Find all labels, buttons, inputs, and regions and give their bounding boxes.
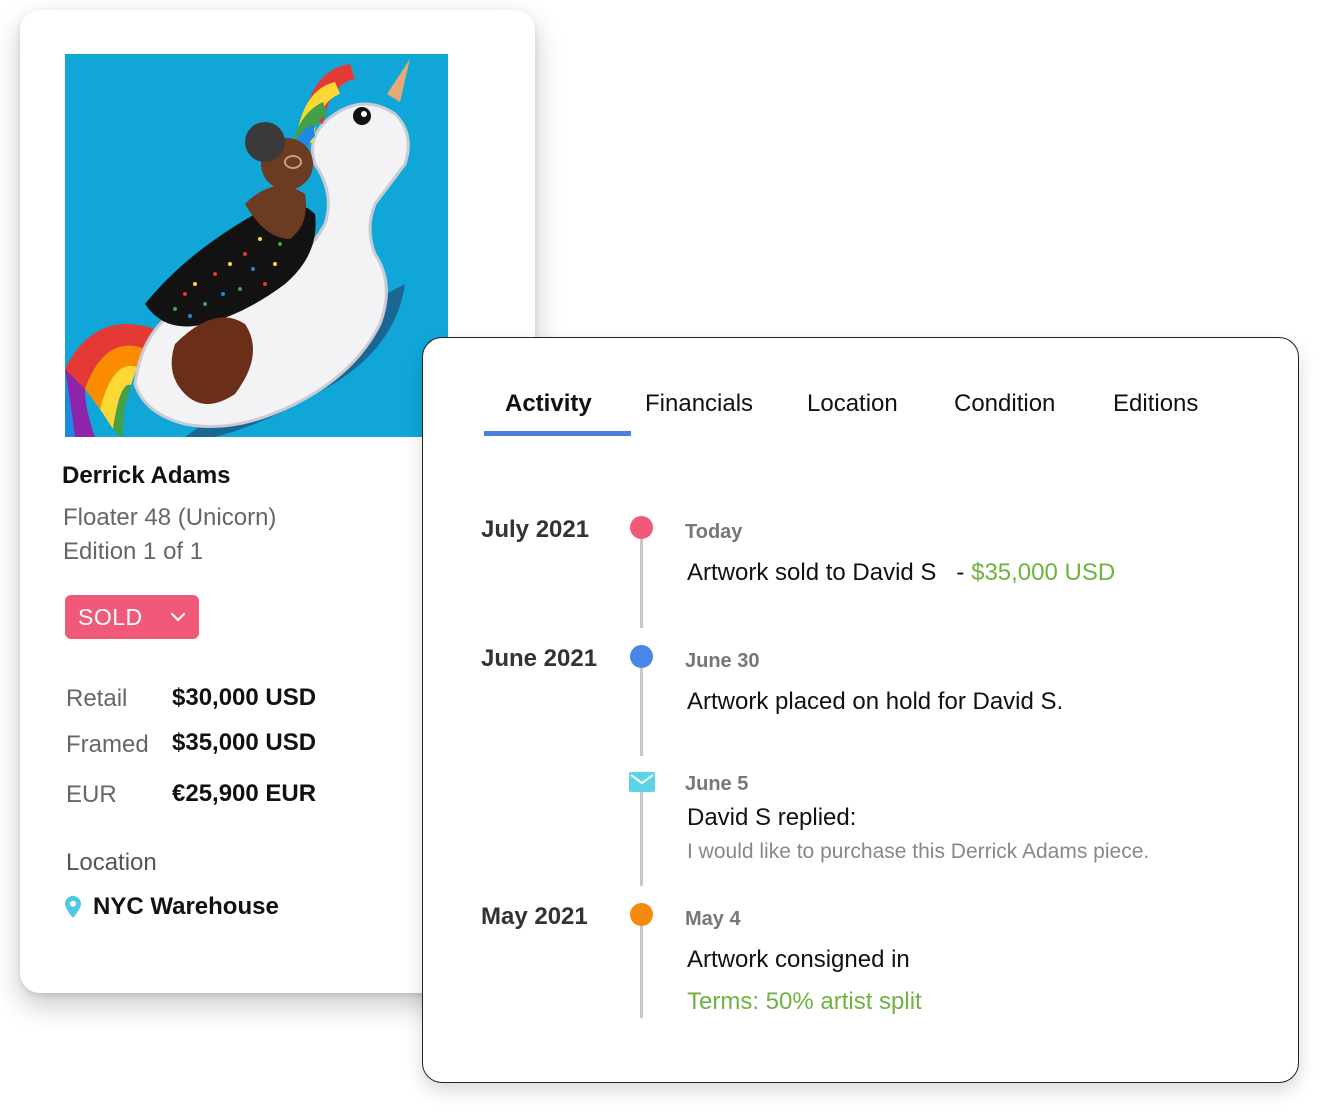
tab-financials[interactable]: Financials [645, 390, 753, 418]
timeline-connector [640, 926, 643, 1018]
event-text: Artwork consigned in [687, 946, 910, 973]
tab-condition[interactable]: Condition [954, 390, 1055, 418]
artwork-illustration [65, 54, 448, 437]
month-heading: July 2021 [481, 516, 590, 543]
activity-panel: Activity Financials Location Condition E… [422, 337, 1299, 1083]
timeline-dot-hold [630, 645, 653, 668]
price-label-framed: Framed [66, 731, 149, 758]
event-text: Artwork placed on hold for David S. [687, 688, 1064, 715]
location-row[interactable]: NYC Warehouse [65, 893, 279, 921]
event-separator: - [943, 559, 972, 586]
timeline-connector [640, 538, 643, 628]
timeline-connector [640, 790, 643, 886]
event-text: Artwork sold to David S - $35,000 USD [687, 559, 1115, 587]
tab-activity[interactable]: Activity [505, 390, 592, 418]
consignment-terms: Terms: 50% artist split [687, 988, 922, 1015]
event-date: June 5 [685, 773, 749, 795]
active-tab-indicator [484, 431, 631, 436]
price-label-retail: Retail [66, 685, 128, 712]
event-text: David S replied: [687, 804, 857, 831]
price-value-eur: €25,900 EUR [172, 780, 317, 807]
price-value-framed: $35,000 USD [172, 729, 317, 756]
timeline-connector [640, 666, 643, 756]
timeline-dot-consigned [630, 903, 653, 926]
event-date: June 30 [685, 650, 760, 672]
event-description: Artwork sold to David S [687, 559, 937, 586]
location-label: Location [66, 849, 157, 876]
month-heading: May 2021 [481, 903, 588, 930]
sale-amount: $35,000 USD [971, 559, 1116, 586]
map-pin-icon [65, 896, 81, 918]
chevron-down-icon [170, 612, 186, 622]
message-preview[interactable]: I would like to purchase this Derrick Ad… [687, 840, 1149, 864]
location-value: NYC Warehouse [93, 893, 279, 920]
event-date: May 4 [685, 908, 741, 930]
timeline-dot-sold [630, 516, 653, 539]
month-heading: June 2021 [481, 645, 598, 672]
tab-editions[interactable]: Editions [1113, 390, 1198, 418]
artwork-edition: Edition 1 of 1 [63, 538, 204, 565]
status-dropdown[interactable]: SOLD [65, 595, 199, 639]
status-label: SOLD [78, 603, 143, 630]
artist-name: Derrick Adams [62, 462, 231, 489]
tab-location[interactable]: Location [807, 390, 898, 418]
mail-icon [629, 772, 655, 792]
artwork-image[interactable] [65, 54, 448, 437]
artwork-title: Floater 48 (Unicorn) [63, 504, 277, 531]
price-label-eur: EUR [66, 781, 117, 808]
event-date: Today [685, 521, 743, 543]
price-value-retail: $30,000 USD [172, 684, 317, 711]
